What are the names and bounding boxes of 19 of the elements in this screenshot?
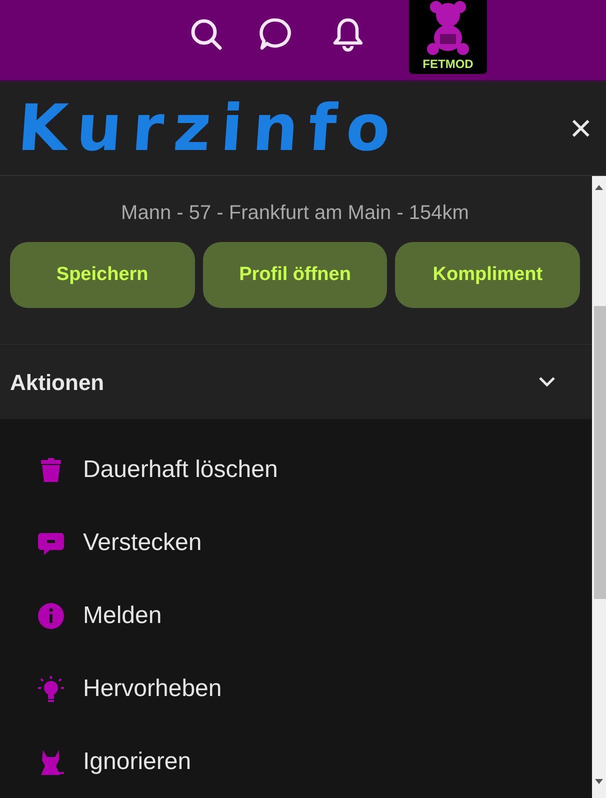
bear-icon xyxy=(425,0,471,56)
close-button[interactable]: × xyxy=(570,110,592,148)
action-button[interactable]: Profil öffnen xyxy=(202,242,388,308)
chevron-icon[interactable] xyxy=(538,376,556,388)
menu-item[interactable]: Ignorieren xyxy=(0,725,592,798)
scrollbar[interactable] xyxy=(592,176,606,798)
chat-icon[interactable] xyxy=(257,16,293,52)
menu-item[interactable]: Melden xyxy=(0,579,592,652)
action-button[interactable]: Speichern xyxy=(10,242,195,308)
menu-item[interactable]: Verstecken xyxy=(0,506,592,579)
menu-item[interactable]: Hervorheben xyxy=(0,652,592,725)
section-title: Aktionen xyxy=(10,368,104,396)
info-icon xyxy=(37,602,65,630)
profile-details: Mann - 57 - Frankfurt am Main - 154km xyxy=(120,201,470,226)
handwritten-title: Kurzinfo xyxy=(16,96,402,160)
lightbulb-icon xyxy=(37,674,65,702)
menu-item[interactable]: Dauerhaft löschen xyxy=(0,433,592,506)
logo-text: FETMOD xyxy=(422,57,474,71)
action-button[interactable]: Kompliment xyxy=(395,242,580,308)
